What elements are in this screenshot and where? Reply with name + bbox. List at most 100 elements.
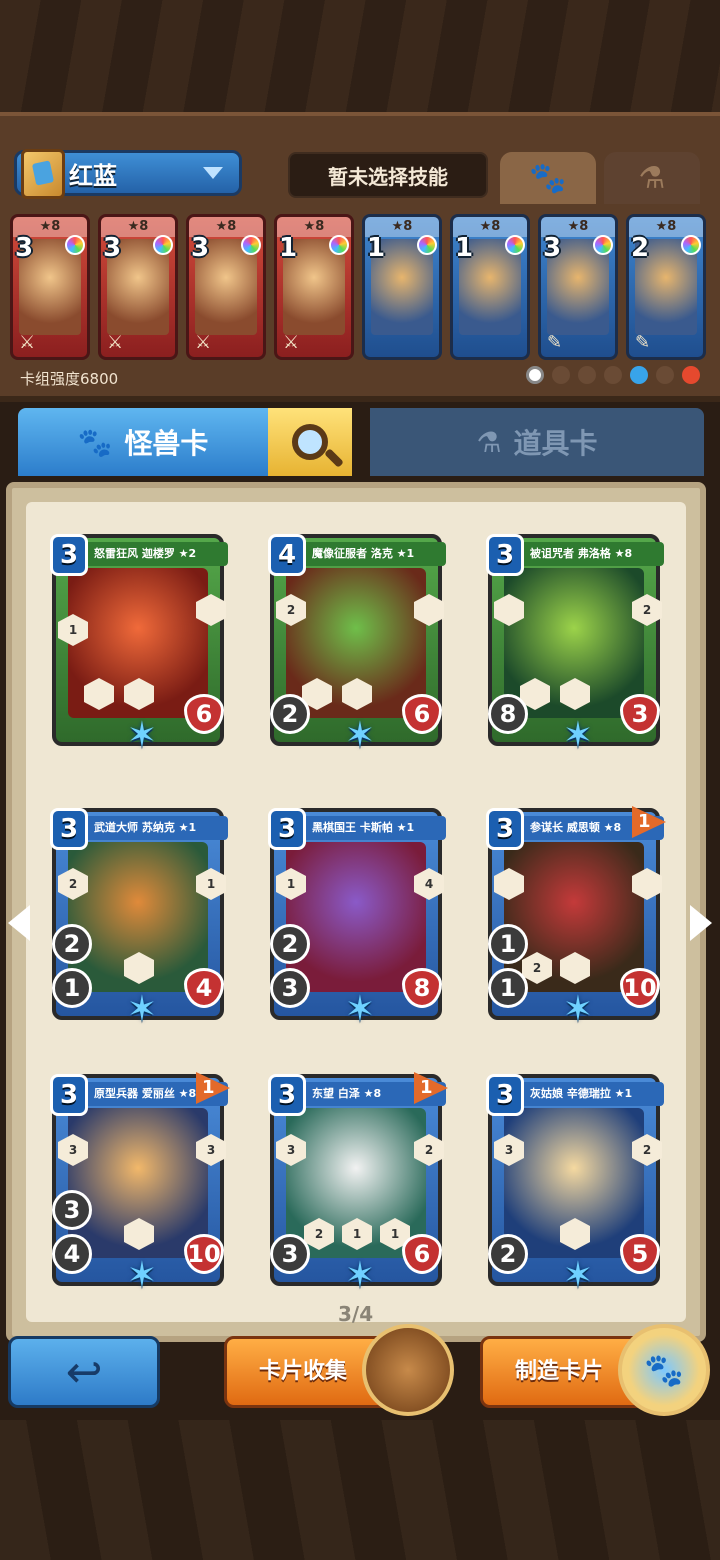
monster-card[interactable]: 被诅咒者 弗洛格 ★8 3 2 8 3 ✶ xyxy=(486,534,664,756)
card-hp: 6 xyxy=(402,1234,442,1274)
deck-name: 红蓝 xyxy=(69,161,117,190)
rarity-star-icon: ✶ xyxy=(344,715,376,756)
card-hp: 3 xyxy=(620,694,660,734)
card-cost: 3 xyxy=(486,1074,524,1116)
card-attack: 2 xyxy=(488,1234,528,1274)
deck-card-cost: 1 xyxy=(367,233,386,263)
card-attack: 3 xyxy=(270,968,310,1008)
deck-selector[interactable]: 红蓝 xyxy=(14,149,242,199)
tab-item-cards[interactable]: ⚗ 道具卡 xyxy=(370,408,704,476)
deck-card[interactable]: ★8 1 ⚔ xyxy=(274,214,354,360)
neutral-element-icon xyxy=(526,366,544,384)
card-attack: 2 xyxy=(270,694,310,734)
back-arrow-icon: ↩ xyxy=(65,1346,103,1398)
skill-select-button[interactable]: 暂未选择技能 xyxy=(288,152,488,198)
monster-card[interactable]: 灰姑娘 辛德瑞拉 ★1 3 3 2 2 5 ✶ xyxy=(486,1074,664,1296)
deck-strength: 卡组强度6800 xyxy=(20,370,119,388)
card-hp: 6 xyxy=(184,694,224,734)
rarity-star-icon: ✶ xyxy=(562,1255,594,1296)
tab-item-deck[interactable]: ⚗ xyxy=(604,152,700,204)
element-gem-icon xyxy=(505,235,525,255)
card-name: 灰姑娘 辛德瑞拉 ★1 xyxy=(516,1082,664,1106)
card-attack-secondary: 2 xyxy=(52,924,92,964)
deck-card[interactable]: ★8 1 xyxy=(362,214,442,360)
card-attack-secondary: 1 xyxy=(488,924,528,964)
card-hp: 4 xyxy=(184,968,224,1008)
tool-icon: ✎ xyxy=(547,332,563,353)
fire-element-icon xyxy=(682,366,700,384)
wind-element-icon xyxy=(578,366,596,384)
card-name: 魔像征服者 洛克 ★1 xyxy=(298,542,446,566)
deck-book-icon xyxy=(21,149,65,199)
deck-card-cost: 3 xyxy=(191,233,210,263)
tool-icon: ✎ xyxy=(635,332,651,353)
monster-card[interactable]: 参谋长 威思顿 ★8 3 1 2 1 1 10 ✶ xyxy=(486,806,666,1030)
potion-icon: ⚗ xyxy=(638,160,666,196)
card-cost: 3 xyxy=(268,808,306,850)
prev-page-arrow-icon[interactable] xyxy=(8,905,30,941)
earth-element-icon xyxy=(552,366,570,384)
card-cost: 3 xyxy=(50,1074,88,1116)
craft-potion-icon[interactable]: 🐾 xyxy=(618,1324,710,1416)
deck-card-cost: 1 xyxy=(279,233,298,263)
monster-card[interactable]: 黑棋国王 卡斯帕 ★1 3 1 4 2 3 8 ✶ xyxy=(268,808,446,1030)
element-gem-icon xyxy=(593,235,613,255)
deck-card[interactable]: ★8 3 ⚔ xyxy=(10,214,90,360)
rarity-star-icon: ✶ xyxy=(562,989,594,1030)
tab-item-label: 道具卡 xyxy=(513,427,598,460)
card-cost: 3 xyxy=(486,808,524,850)
element-gem-icon xyxy=(65,235,85,255)
deck-card[interactable]: ★8 3 ✎ xyxy=(538,214,618,360)
back-button[interactable]: ↩ xyxy=(8,1336,160,1408)
card-attack: 1 xyxy=(488,968,528,1008)
card-attack-secondary: 3 xyxy=(52,1190,92,1230)
deck-card-cost: 3 xyxy=(15,233,34,263)
bottom-wood-frame xyxy=(0,1420,720,1560)
card-hp: 5 xyxy=(620,1234,660,1274)
deck-card-cost: 2 xyxy=(631,233,650,263)
card-attack: 1 xyxy=(52,968,92,1008)
card-name: 被诅咒者 弗洛格 ★8 xyxy=(516,542,664,566)
element-gem-icon xyxy=(681,235,701,255)
card-attack: 8 xyxy=(488,694,528,734)
potion-icon: ⚗ xyxy=(476,425,502,459)
monster-card[interactable]: 魔像征服者 洛克 ★1 4 2 2 6 ✶ xyxy=(268,534,446,756)
card-cost: 3 xyxy=(50,534,88,576)
monster-card[interactable]: 怒雷狂风 迦楼罗 ★2 3 1 6 ✶ xyxy=(50,534,228,756)
next-page-arrow-icon[interactable] xyxy=(690,905,712,941)
top-wood-frame xyxy=(0,0,720,120)
element-filter-icons xyxy=(526,366,700,384)
element-gem-icon xyxy=(417,235,437,255)
card-hp: 6 xyxy=(402,694,442,734)
monster-card[interactable]: 武道大师 苏纳克 ★1 3 2 1 2 1 4 ✶ xyxy=(50,808,228,1030)
monster-card[interactable]: 原型兵器 爱丽丝 ★8 3 1 3 3 3 4 10 ✶ xyxy=(50,1072,230,1296)
card-hp: 10 xyxy=(620,968,660,1008)
tab-monster-cards[interactable]: 🐾 怪兽卡 xyxy=(18,408,268,476)
card-name: 武道大师 苏纳克 ★1 xyxy=(80,816,228,840)
rarity-star-icon: ✶ xyxy=(126,715,158,756)
element-gem-icon xyxy=(153,235,173,255)
card-cost: 3 xyxy=(486,534,524,576)
card-attack-secondary: 2 xyxy=(270,924,310,964)
deck-card[interactable]: ★8 3 ⚔ xyxy=(186,214,266,360)
card-collection-icon[interactable] xyxy=(362,1324,454,1416)
page-indicator: 3/4 xyxy=(338,1302,374,1326)
tab-monster-label: 怪兽卡 xyxy=(124,427,209,460)
tab-monster-deck[interactable]: 🐾 xyxy=(500,152,596,204)
card-art xyxy=(286,842,426,992)
element-gem-icon xyxy=(329,235,349,255)
card-name: 怒雷狂风 迦楼罗 ★2 xyxy=(80,542,228,566)
card-cost: 3 xyxy=(268,1074,306,1116)
deck-card-row: ★8 3 ⚔ ★8 3 ⚔ ★8 3 ⚔ ★8 1 ⚔ ★8 1 ★8 1 ★8 xyxy=(10,214,710,362)
tool-icon: ⚔ xyxy=(195,332,212,353)
water-element-icon xyxy=(630,366,648,384)
monster-card[interactable]: 东望 白泽 ★8 3 1 3 2 2 1 1 3 6 ✶ xyxy=(268,1072,448,1296)
rarity-star-icon: ✶ xyxy=(126,1255,158,1296)
card-hp: 10 xyxy=(184,1234,224,1274)
deck-card[interactable]: ★8 3 ⚔ xyxy=(98,214,178,360)
deck-card[interactable]: ★8 2 ✎ xyxy=(626,214,706,360)
deck-card[interactable]: ★8 1 xyxy=(450,214,530,360)
deck-card-cost: 1 xyxy=(455,233,474,263)
search-button[interactable] xyxy=(268,408,352,476)
search-icon xyxy=(292,424,328,460)
